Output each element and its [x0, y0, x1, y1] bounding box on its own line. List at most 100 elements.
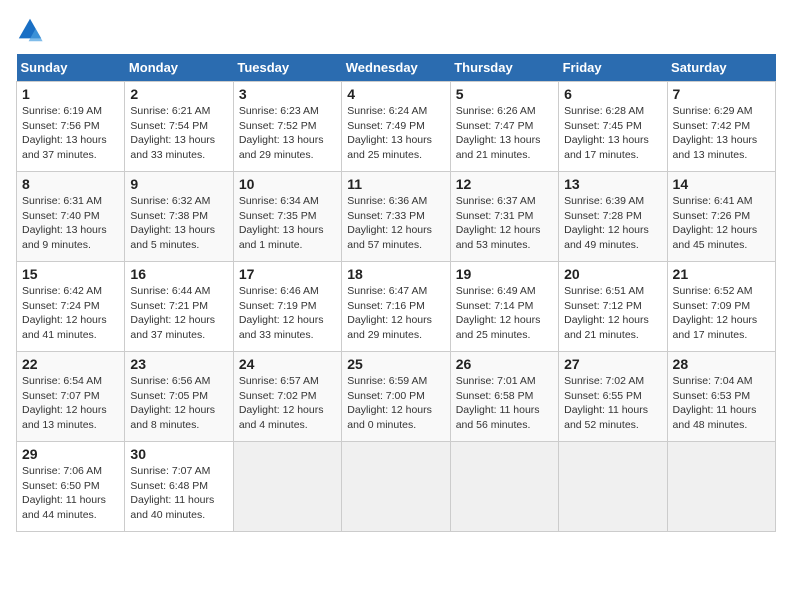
day-info: Sunrise: 7:01 AM Sunset: 6:58 PM Dayligh… — [456, 374, 553, 433]
calendar-cell: 8 Sunrise: 6:31 AM Sunset: 7:40 PM Daylig… — [17, 172, 125, 262]
day-number: 18 — [347, 266, 444, 282]
calendar-cell: 14Sunrise: 6:41 AM Sunset: 7:26 PM Dayli… — [667, 172, 775, 262]
day-header-monday: Monday — [125, 54, 233, 82]
calendar-cell: 6 Sunrise: 6:28 AM Sunset: 7:45 PM Daylig… — [559, 82, 667, 172]
day-header-wednesday: Wednesday — [342, 54, 450, 82]
day-number: 11 — [347, 176, 444, 192]
day-info: Sunrise: 6:42 AM Sunset: 7:24 PM Dayligh… — [22, 284, 119, 343]
header — [16, 16, 776, 44]
calendar-cell: 30 Sunrise: 7:07 AM Sunset: 6:48 PM Dayli… — [125, 442, 233, 532]
day-info: Sunrise: 6:37 AM Sunset: 7:31 PM Dayligh… — [456, 194, 553, 253]
day-number: 2 — [130, 86, 227, 102]
calendar-week-0: 1 Sunrise: 6:19 AM Sunset: 7:56 PM Daylig… — [17, 82, 776, 172]
day-header-thursday: Thursday — [450, 54, 558, 82]
calendar-cell: 15 Sunrise: 6:42 AM Sunset: 7:24 PM Dayli… — [17, 262, 125, 352]
day-info: Sunrise: 6:44 AM Sunset: 7:21 PM Dayligh… — [130, 284, 227, 343]
calendar-week-4: 29Sunrise: 7:06 AM Sunset: 6:50 PM Dayli… — [17, 442, 776, 532]
day-number: 30 — [130, 446, 227, 462]
day-number: 17 — [239, 266, 336, 282]
day-number: 21 — [673, 266, 770, 282]
calendar-cell: 7 Sunrise: 6:29 AM Sunset: 7:42 PM Daylig… — [667, 82, 775, 172]
calendar-cell: 4 Sunrise: 6:24 AM Sunset: 7:49 PM Daylig… — [342, 82, 450, 172]
calendar-week-1: 8 Sunrise: 6:31 AM Sunset: 7:40 PM Daylig… — [17, 172, 776, 262]
day-number: 26 — [456, 356, 553, 372]
day-number: 12 — [456, 176, 553, 192]
day-number: 1 — [22, 86, 119, 102]
day-number: 25 — [347, 356, 444, 372]
calendar-cell: 29Sunrise: 7:06 AM Sunset: 6:50 PM Dayli… — [17, 442, 125, 532]
day-header-sunday: Sunday — [17, 54, 125, 82]
day-number: 23 — [130, 356, 227, 372]
calendar-cell: 27Sunrise: 7:02 AM Sunset: 6:55 PM Dayli… — [559, 352, 667, 442]
calendar-cell — [559, 442, 667, 532]
day-header-saturday: Saturday — [667, 54, 775, 82]
logo — [16, 16, 48, 44]
calendar-cell: 3 Sunrise: 6:23 AM Sunset: 7:52 PM Daylig… — [233, 82, 341, 172]
calendar-cell: 20 Sunrise: 6:51 AM Sunset: 7:12 PM Dayli… — [559, 262, 667, 352]
day-info: Sunrise: 6:47 AM Sunset: 7:16 PM Dayligh… — [347, 284, 444, 343]
calendar-cell: 26 Sunrise: 7:01 AM Sunset: 6:58 PM Dayli… — [450, 352, 558, 442]
day-number: 19 — [456, 266, 553, 282]
day-number: 5 — [456, 86, 553, 102]
days-header-row: SundayMondayTuesdayWednesdayThursdayFrid… — [17, 54, 776, 82]
day-number: 10 — [239, 176, 336, 192]
calendar-cell: 16 Sunrise: 6:44 AM Sunset: 7:21 PM Dayli… — [125, 262, 233, 352]
calendar-cell: 1 Sunrise: 6:19 AM Sunset: 7:56 PM Daylig… — [17, 82, 125, 172]
day-info: Sunrise: 7:07 AM Sunset: 6:48 PM Dayligh… — [130, 464, 227, 523]
day-number: 8 — [22, 176, 119, 192]
calendar-cell: 13 Sunrise: 6:39 AM Sunset: 7:28 PM Dayli… — [559, 172, 667, 262]
calendar-cell: 22Sunrise: 6:54 AM Sunset: 7:07 PM Dayli… — [17, 352, 125, 442]
day-number: 16 — [130, 266, 227, 282]
calendar-cell: 11Sunrise: 6:36 AM Sunset: 7:33 PM Dayli… — [342, 172, 450, 262]
day-header-friday: Friday — [559, 54, 667, 82]
day-info: Sunrise: 6:24 AM Sunset: 7:49 PM Dayligh… — [347, 104, 444, 163]
day-info: Sunrise: 6:56 AM Sunset: 7:05 PM Dayligh… — [130, 374, 227, 433]
day-info: Sunrise: 6:32 AM Sunset: 7:38 PM Dayligh… — [130, 194, 227, 253]
day-info: Sunrise: 7:06 AM Sunset: 6:50 PM Dayligh… — [22, 464, 119, 523]
day-number: 6 — [564, 86, 661, 102]
day-number: 3 — [239, 86, 336, 102]
calendar-cell: 9 Sunrise: 6:32 AM Sunset: 7:38 PM Daylig… — [125, 172, 233, 262]
calendar-cell: 10 Sunrise: 6:34 AM Sunset: 7:35 PM Dayli… — [233, 172, 341, 262]
calendar-cell: 18 Sunrise: 6:47 AM Sunset: 7:16 PM Dayli… — [342, 262, 450, 352]
logo-icon — [16, 16, 44, 44]
day-info: Sunrise: 6:39 AM Sunset: 7:28 PM Dayligh… — [564, 194, 661, 253]
calendar-cell: 12 Sunrise: 6:37 AM Sunset: 7:31 PM Dayli… — [450, 172, 558, 262]
calendar-cell: 2 Sunrise: 6:21 AM Sunset: 7:54 PM Daylig… — [125, 82, 233, 172]
day-info: Sunrise: 6:52 AM Sunset: 7:09 PM Dayligh… — [673, 284, 770, 343]
day-header-tuesday: Tuesday — [233, 54, 341, 82]
day-number: 27 — [564, 356, 661, 372]
day-number: 13 — [564, 176, 661, 192]
day-info: Sunrise: 6:29 AM Sunset: 7:42 PM Dayligh… — [673, 104, 770, 163]
day-info: Sunrise: 6:21 AM Sunset: 7:54 PM Dayligh… — [130, 104, 227, 163]
day-info: Sunrise: 6:19 AM Sunset: 7:56 PM Dayligh… — [22, 104, 119, 163]
calendar-cell: 19Sunrise: 6:49 AM Sunset: 7:14 PM Dayli… — [450, 262, 558, 352]
day-info: Sunrise: 6:59 AM Sunset: 7:00 PM Dayligh… — [347, 374, 444, 433]
day-info: Sunrise: 6:28 AM Sunset: 7:45 PM Dayligh… — [564, 104, 661, 163]
day-info: Sunrise: 6:57 AM Sunset: 7:02 PM Dayligh… — [239, 374, 336, 433]
calendar-cell: 25 Sunrise: 6:59 AM Sunset: 7:00 PM Dayli… — [342, 352, 450, 442]
calendar-cell: 21 Sunrise: 6:52 AM Sunset: 7:09 PM Dayli… — [667, 262, 775, 352]
day-number: 24 — [239, 356, 336, 372]
day-info: Sunrise: 6:26 AM Sunset: 7:47 PM Dayligh… — [456, 104, 553, 163]
day-info: Sunrise: 6:31 AM Sunset: 7:40 PM Dayligh… — [22, 194, 119, 253]
day-number: 9 — [130, 176, 227, 192]
day-number: 28 — [673, 356, 770, 372]
calendar-cell — [450, 442, 558, 532]
day-info: Sunrise: 6:46 AM Sunset: 7:19 PM Dayligh… — [239, 284, 336, 343]
day-info: Sunrise: 6:51 AM Sunset: 7:12 PM Dayligh… — [564, 284, 661, 343]
day-info: Sunrise: 6:41 AM Sunset: 7:26 PM Dayligh… — [673, 194, 770, 253]
day-number: 4 — [347, 86, 444, 102]
calendar-cell: 17 Sunrise: 6:46 AM Sunset: 7:19 PM Dayli… — [233, 262, 341, 352]
calendar-cell: 28Sunrise: 7:04 AM Sunset: 6:53 PM Dayli… — [667, 352, 775, 442]
calendar-week-3: 22Sunrise: 6:54 AM Sunset: 7:07 PM Dayli… — [17, 352, 776, 442]
day-info: Sunrise: 6:54 AM Sunset: 7:07 PM Dayligh… — [22, 374, 119, 433]
day-number: 15 — [22, 266, 119, 282]
calendar-cell: 23 Sunrise: 6:56 AM Sunset: 7:05 PM Dayli… — [125, 352, 233, 442]
day-info: Sunrise: 6:23 AM Sunset: 7:52 PM Dayligh… — [239, 104, 336, 163]
calendar-week-2: 15 Sunrise: 6:42 AM Sunset: 7:24 PM Dayli… — [17, 262, 776, 352]
day-number: 7 — [673, 86, 770, 102]
day-number: 20 — [564, 266, 661, 282]
day-info: Sunrise: 6:34 AM Sunset: 7:35 PM Dayligh… — [239, 194, 336, 253]
calendar-cell: 5 Sunrise: 6:26 AM Sunset: 7:47 PM Daylig… — [450, 82, 558, 172]
